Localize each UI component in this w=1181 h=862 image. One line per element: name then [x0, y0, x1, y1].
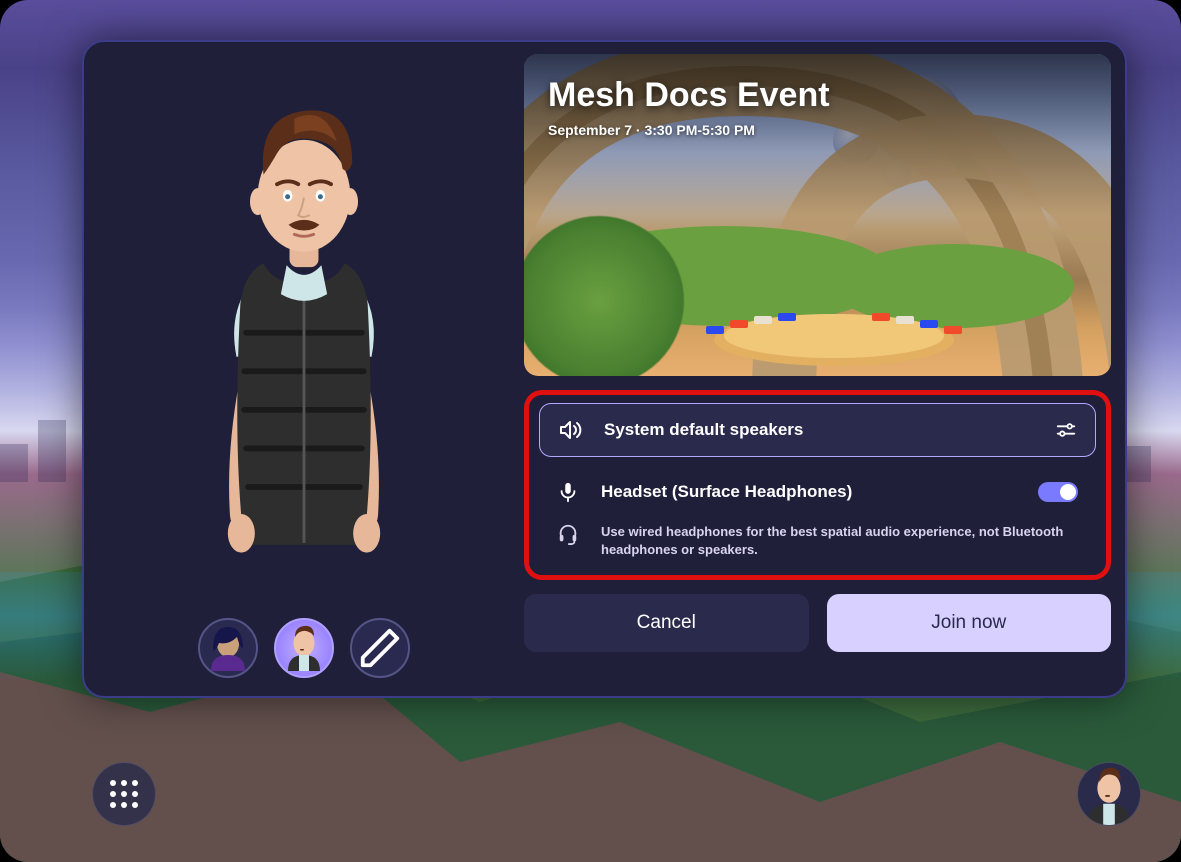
cancel-button[interactable]: Cancel: [524, 594, 809, 652]
edit-avatar-button[interactable]: [350, 618, 410, 678]
grid-icon: [110, 780, 138, 808]
profile-avatar-button[interactable]: [1077, 762, 1141, 826]
app-window: Mesh Docs Event September 7 · 3:30 PM-5:…: [0, 0, 1181, 862]
speakers-row[interactable]: System default speakers: [539, 403, 1096, 457]
action-buttons: Cancel Join now: [524, 594, 1111, 652]
settings-sliders-icon[interactable]: [1055, 419, 1077, 441]
event-hero: Mesh Docs Event September 7 · 3:30 PM-5:…: [524, 54, 1111, 376]
event-datetime: September 7 · 3:30 PM-5:30 PM: [548, 122, 755, 138]
microphone-label: Headset (Surface Headphones): [601, 482, 1016, 502]
avatar-option-2-selected[interactable]: [274, 618, 334, 678]
speakers-label: System default speakers: [604, 420, 1033, 440]
pencil-icon: [357, 625, 403, 671]
avatar-preview-pane: [84, 42, 524, 696]
speaker-icon: [558, 418, 582, 442]
audio-hint-row: Use wired headphones for the best spatia…: [539, 517, 1096, 567]
avatar-selector-row: [84, 618, 524, 678]
avatar-icon: [1078, 762, 1140, 826]
event-title: Mesh Docs Event: [548, 76, 830, 115]
microphone-icon: [557, 481, 579, 503]
headset-icon: [557, 523, 579, 545]
microphone-toggle[interactable]: [1038, 482, 1078, 502]
avatar-option-1[interactable]: [198, 618, 258, 678]
apps-grid-button[interactable]: [92, 762, 156, 826]
prejoin-modal: Mesh Docs Event September 7 · 3:30 PM-5:…: [82, 40, 1127, 698]
join-now-button[interactable]: Join now: [827, 594, 1112, 652]
audio-hint-text: Use wired headphones for the best spatia…: [601, 523, 1078, 559]
microphone-row: Headset (Surface Headphones): [539, 467, 1096, 517]
avatar-3d-preview: [84, 42, 524, 696]
audio-settings-card: System default speakers Headset (Surface…: [524, 390, 1111, 580]
